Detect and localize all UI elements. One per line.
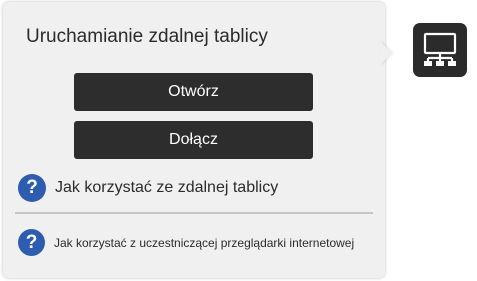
help-link-browser[interactable]: ? Jak korzystać z uczestniczącej przeglą… bbox=[18, 229, 354, 256]
help-link-whiteboard[interactable]: ? Jak korzystać ze zdalnej tablicy bbox=[18, 174, 278, 202]
join-button[interactable]: Dołącz bbox=[74, 121, 313, 159]
open-button[interactable]: Otwórz bbox=[74, 73, 313, 111]
help-link-browser-label: Jak korzystać z uczestniczącej przegląda… bbox=[54, 235, 355, 250]
help-link-whiteboard-label: Jak korzystać ze zdalnej tablicy bbox=[55, 179, 279, 196]
help-icon: ? bbox=[18, 229, 45, 256]
remote-whiteboard-popup: Uruchamianie zdalnej tablicy Otwórz Dołą… bbox=[3, 2, 385, 278]
popup-title: Uruchamianie zdalnej tablicy bbox=[26, 26, 268, 47]
divider bbox=[15, 212, 373, 214]
help-icon: ? bbox=[18, 174, 46, 202]
remote-whiteboard-app-button[interactable] bbox=[413, 23, 467, 77]
remote-whiteboard-network-icon bbox=[423, 32, 457, 66]
popup-pointer bbox=[380, 41, 392, 65]
